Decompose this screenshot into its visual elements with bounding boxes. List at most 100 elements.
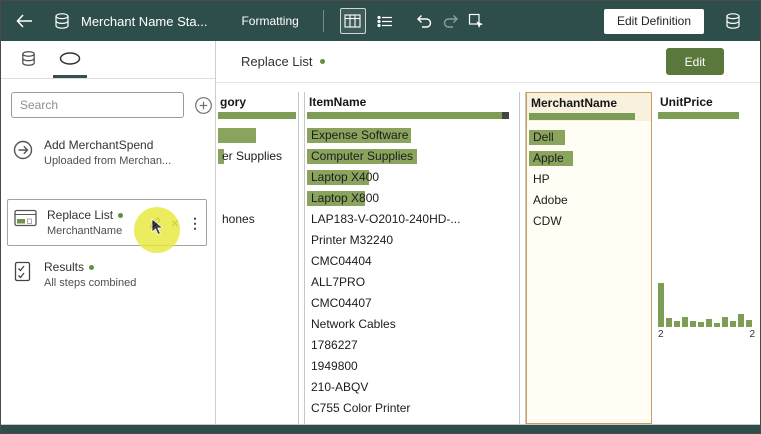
cell-row[interactable]: Dell <box>527 127 651 148</box>
datasets-tab-icon[interactable] <box>11 41 45 78</box>
cell-row[interactable]: HP <box>527 169 651 190</box>
divider <box>323 10 324 32</box>
step-menu-icon[interactable]: ⋮ <box>188 216 202 230</box>
column-values: 22 <box>656 125 757 424</box>
edit-button[interactable]: Edit <box>666 48 724 75</box>
histogram-bar <box>666 318 672 327</box>
histogram-bar <box>674 321 680 327</box>
cell-row[interactable]: Network Cables <box>305 314 519 335</box>
delete-step-icon[interactable]: × <box>171 216 179 230</box>
back-icon[interactable] <box>11 8 37 34</box>
data-column[interactable]: ItemName Expense Software Computer Suppl… <box>305 92 519 424</box>
sidebar-tabs <box>1 41 215 79</box>
app-window: Merchant Name Sta... Formatting Edit Def… <box>0 0 761 434</box>
data-column[interactable]: UnitPrice 22 <box>656 92 757 424</box>
inspect-icon[interactable] <box>464 8 490 34</box>
cell-row[interactable]: CMC04406 <box>305 419 519 424</box>
cell-row[interactable]: 1949800 <box>305 356 519 377</box>
histogram-bar <box>746 320 752 327</box>
data-column[interactable]: MerchantName Dell Apple HP Adobe CDW <box>526 92 652 424</box>
histogram-bar <box>722 317 728 327</box>
replace-step-icon <box>14 208 38 228</box>
data-column[interactable]: gory er Supplies hones <box>216 92 298 424</box>
edit-definition-button[interactable]: Edit Definition <box>604 9 704 34</box>
steps-list: Add MerchantSpend Uploaded from Merchan.… <box>1 118 215 321</box>
edit-step-icon[interactable] <box>149 216 162 229</box>
quality-bar[interactable] <box>529 113 649 120</box>
column-header[interactable]: UnitPrice <box>656 92 757 112</box>
data-preview: gory er Supplies hones ItemName <box>216 83 760 424</box>
cell-text: CMC04407 <box>305 293 372 314</box>
cell-row[interactable] <box>216 188 298 209</box>
search-row <box>1 79 215 118</box>
histogram-bar <box>658 283 664 327</box>
frequency-bar <box>218 128 256 143</box>
quality-bar[interactable] <box>307 112 517 119</box>
list-view-icon[interactable] <box>372 8 398 34</box>
cell-row[interactable]: 210-ABQV <box>305 377 519 398</box>
body: Add MerchantSpend Uploaded from Merchan.… <box>1 41 760 424</box>
cell-row[interactable]: Laptop X400 <box>305 167 519 188</box>
add-step-icon[interactable] <box>194 96 213 115</box>
quality-bar[interactable] <box>218 112 296 119</box>
sidebar-step-item[interactable]: Results All steps combined <box>11 260 207 289</box>
cell-row[interactable]: CDW <box>527 211 651 232</box>
quality-valid-segment <box>218 112 296 119</box>
cell-row[interactable]: CMC04404 <box>305 251 519 272</box>
cell-row[interactable]: Apple <box>527 148 651 169</box>
step-item-title: Replace List <box>47 208 113 222</box>
cell-row[interactable]: Computer Supplies <box>305 146 519 167</box>
cell-text: Printer M32240 <box>305 230 393 251</box>
cell-text: 1786227 <box>305 335 358 356</box>
cell-text: CMC04406 <box>305 419 372 424</box>
cell-row[interactable]: CMC04407 <box>305 293 519 314</box>
histogram-bar <box>738 314 744 327</box>
cell-row[interactable]: 1786227 <box>305 335 519 356</box>
cell-row[interactable]: Printer M32240 <box>305 230 519 251</box>
cell-row[interactable] <box>216 125 298 146</box>
redo-icon[interactable] <box>438 8 464 34</box>
cell-row[interactable]: C755 Color Printer <box>305 398 519 419</box>
undo-icon[interactable] <box>412 8 438 34</box>
add-data-icon <box>11 138 35 161</box>
step-title: Replace List <box>241 54 313 69</box>
cell-row[interactable]: Adobe <box>527 190 651 211</box>
results-icon <box>11 260 35 282</box>
step-item-subtitle: MerchantName <box>47 225 123 237</box>
column-header[interactable]: MerchantName <box>527 93 651 113</box>
cell-row[interactable]: er Supplies <box>216 146 298 167</box>
search-input[interactable] <box>11 92 184 118</box>
quality-bar[interactable] <box>658 112 755 119</box>
cell-text: Network Cables <box>305 314 396 335</box>
cell-text: Apple <box>527 148 564 169</box>
table-view-icon[interactable] <box>340 8 366 34</box>
histogram-bar <box>730 321 736 327</box>
cell-row[interactable]: Laptop X800 <box>305 188 519 209</box>
cell-text: CDW <box>527 211 562 232</box>
modified-dot <box>118 213 123 218</box>
axis-label: 2 <box>749 329 755 340</box>
quality-valid-segment <box>658 112 739 119</box>
cell-text: C755 Color Printer <box>305 398 410 419</box>
dataset-icon[interactable] <box>49 8 75 34</box>
modified-dot <box>320 59 325 64</box>
cell-text: hones <box>216 209 255 230</box>
quality-valid-segment <box>529 113 635 120</box>
column-header[interactable]: ItemName <box>305 92 519 112</box>
cell-row[interactable]: Expense Software <box>305 125 519 146</box>
column-values: Dell Apple HP Adobe CDW <box>527 127 651 423</box>
quality-valid-segment <box>307 112 502 119</box>
dataset-icon-right[interactable] <box>720 8 746 34</box>
formatting-menu[interactable]: Formatting <box>241 14 298 28</box>
sidebar-step-item[interactable]: Replace List MerchantName × ⋮ <box>7 199 207 246</box>
cell-row[interactable]: LAP183-V-O2010-240HD-... <box>305 209 519 230</box>
sidebar-step-item[interactable]: Add MerchantSpend Uploaded from Merchan.… <box>11 138 207 167</box>
column-separator <box>519 92 526 424</box>
cell-text: HP <box>527 169 550 190</box>
cell-row[interactable] <box>216 167 298 188</box>
column-header[interactable]: gory <box>216 92 298 112</box>
steps-tab-icon[interactable] <box>53 41 87 78</box>
main-panel: Replace List Edit gory er Supplies hones <box>216 41 760 424</box>
cell-row[interactable]: hones <box>216 209 298 230</box>
cell-row[interactable]: ALL7PRO <box>305 272 519 293</box>
